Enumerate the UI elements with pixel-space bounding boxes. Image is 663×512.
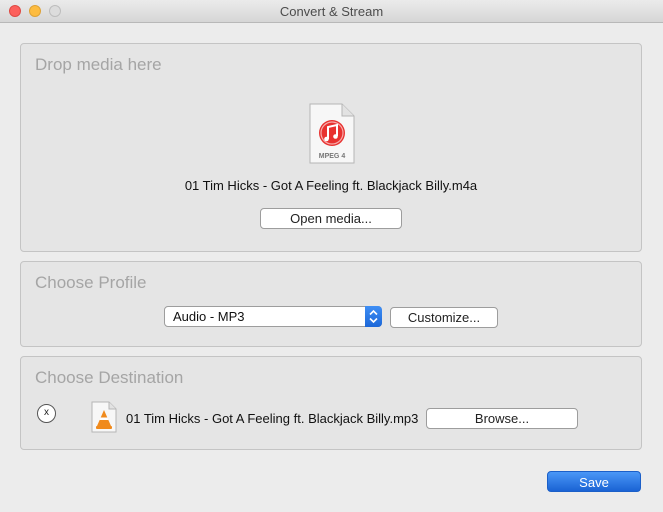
- choose-profile-panel: Choose Profile Audio - MP3 Customize...: [20, 261, 642, 347]
- source-file-name: 01 Tim Hicks - Got A Feeling ft. Blackja…: [184, 178, 478, 193]
- destination-file-name: 01 Tim Hicks - Got A Feeling ft. Blackja…: [126, 411, 419, 426]
- customize-button[interactable]: Customize...: [390, 307, 498, 328]
- clear-destination-button[interactable]: x: [37, 404, 56, 423]
- vlc-file-icon: [91, 401, 117, 433]
- drop-media-heading: Drop media here: [35, 55, 162, 74]
- profile-select[interactable]: Audio - MP3: [164, 306, 382, 327]
- chevron-up-down-icon[interactable]: [365, 306, 382, 327]
- save-button[interactable]: Save: [547, 471, 641, 492]
- mpeg4-file-icon-label: MPEG 4: [319, 153, 346, 160]
- choose-profile-heading: Choose Profile: [35, 273, 147, 292]
- window-title: Convert & Stream: [279, 4, 384, 19]
- choose-destination-heading: Choose Destination: [35, 368, 184, 387]
- choose-destination-panel: Choose Destination x 01 Tim Hicks - Got …: [20, 356, 642, 450]
- open-media-button[interactable]: Open media...: [260, 208, 402, 229]
- convert-stream-window: Convert & Stream Drop media here MPEG 4 …: [0, 0, 663, 512]
- title-bar: Convert & Stream: [0, 0, 663, 23]
- profile-select-value: Audio - MP3: [173, 309, 245, 324]
- browse-button[interactable]: Browse...: [426, 408, 578, 429]
- drop-media-panel[interactable]: Drop media here MPEG 4 01 Tim Hicks - Go…: [20, 43, 642, 252]
- mpeg4-file-icon: MPEG 4: [309, 103, 355, 164]
